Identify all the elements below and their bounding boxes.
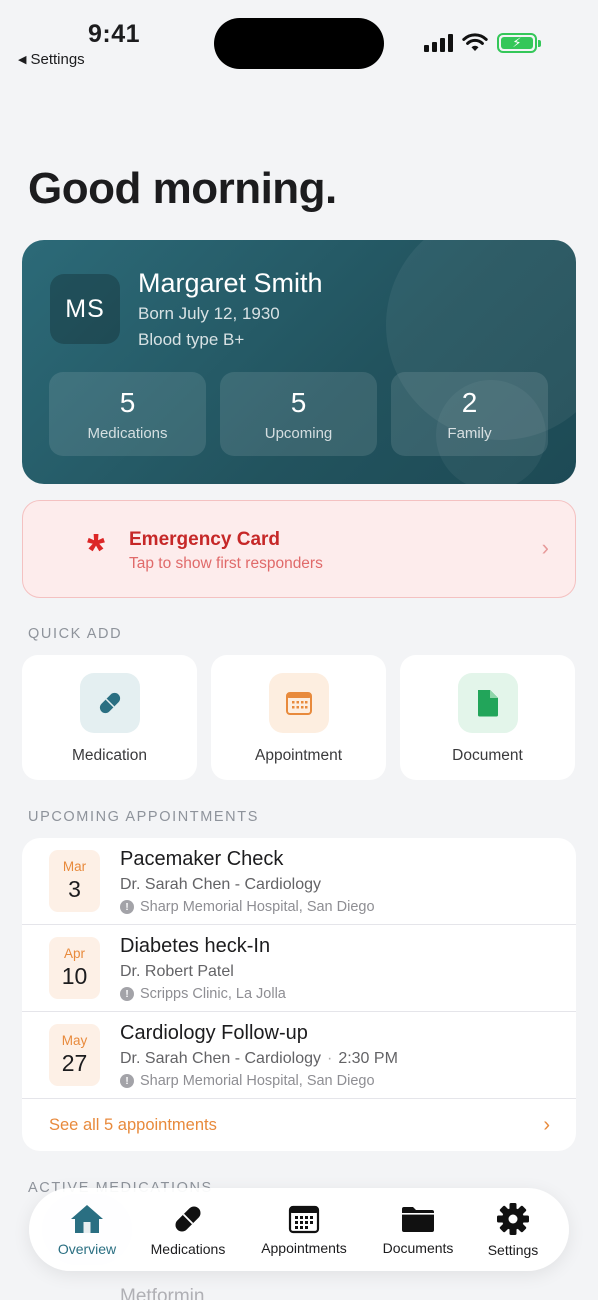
appointment-row[interactable]: Mar 3 Pacemaker Check Dr. Sarah Chen - C…: [22, 838, 576, 925]
wifi-icon: [462, 33, 488, 51]
document-icon: [457, 673, 518, 733]
profile-card[interactable]: MS Margaret Smith Born July 12, 1930 Blo…: [22, 240, 576, 484]
house-icon: [71, 1204, 103, 1233]
location-pin-icon: !: [120, 987, 134, 1001]
location-text: Sharp Memorial Hospital, San Diego: [140, 1073, 375, 1089]
stat-family[interactable]: 2 Family: [391, 372, 548, 456]
tab-label: Documents: [382, 1239, 454, 1256]
date-month: Apr: [63, 946, 85, 961]
quick-add-section-label: QUICK ADD: [28, 626, 123, 642]
dynamic-island: [214, 18, 384, 69]
status-icons: ⚡: [424, 33, 541, 53]
medication-item-peek: Metformin: [120, 1286, 205, 1300]
appointment-doctor-time: Dr. Sarah Chen - Cardiology · 2:30 PM: [120, 1050, 398, 1068]
medical-asterisk-icon: *: [87, 524, 105, 576]
appointment-doctor: Dr. Sarah Chen - Cardiology: [120, 876, 321, 893]
status-time: 9:41: [88, 20, 141, 48]
folder-icon: [402, 1206, 434, 1232]
appointment-title: Cardiology Follow-up: [120, 1022, 308, 1044]
stat-value: 5: [119, 386, 136, 418]
stat-value: 2: [461, 386, 478, 418]
appointments-card: Mar 3 Pacemaker Check Dr. Sarah Chen - C…: [22, 838, 576, 1151]
profile-stats: 5 Medications 5 Upcoming 2 Family: [49, 372, 548, 456]
avatar: MS: [50, 274, 120, 344]
location-pin-icon: !: [120, 1074, 134, 1088]
quick-add-document-button[interactable]: Document: [400, 655, 575, 780]
gear-icon: [497, 1202, 529, 1235]
quick-add-medication-button[interactable]: Medication: [22, 655, 197, 780]
stat-upcoming[interactable]: 5 Upcoming: [220, 372, 377, 456]
appointment-title: Diabetes heck-In: [120, 935, 271, 957]
chevron-right-icon: ›: [541, 535, 549, 560]
pill-icon: [175, 1205, 201, 1232]
location-text: Scripps Clinic, La Jolla: [140, 986, 286, 1002]
appointment-row[interactable]: May 27 Cardiology Follow-up Dr. Sarah Ch…: [22, 1012, 576, 1099]
chevron-right-icon: ›: [543, 1114, 550, 1136]
emergency-subtitle: Tap to show first responders: [129, 555, 323, 572]
appointment-row[interactable]: Apr 10 Diabetes heck-In Dr. Robert Patel…: [22, 925, 576, 1012]
emergency-title: Emergency Card: [129, 529, 281, 550]
tab-label: Settings: [487, 1241, 539, 1258]
tab-appointments[interactable]: Appointments: [257, 1188, 351, 1271]
calendar-icon: [268, 673, 329, 733]
date-month: Mar: [62, 859, 87, 874]
calendar-icon: [288, 1205, 320, 1233]
appointments-section-label: UPCOMING APPOINTMENTS: [28, 809, 259, 825]
appointment-title: Pacemaker Check: [120, 848, 284, 870]
tab-label: Medications: [150, 1240, 226, 1257]
stat-medications[interactable]: 5 Medications: [49, 372, 206, 456]
appointment-doctor: Dr. Sarah Chen - Cardiology: [120, 1050, 321, 1067]
profile-name: Margaret Smith: [138, 268, 323, 298]
greeting-heading: Good morning.: [28, 164, 337, 213]
tab-settings[interactable]: Settings: [483, 1188, 543, 1271]
date-month: May: [61, 1033, 88, 1048]
tab-bar: Overview Medications Appointments Docume…: [29, 1188, 569, 1271]
tab-overview[interactable]: Overview: [42, 1188, 132, 1271]
see-all-appointments-link[interactable]: See all 5 appointments: [49, 1116, 217, 1135]
tab-label: Appointments: [261, 1239, 347, 1256]
appointment-time: 2:30 PM: [338, 1050, 398, 1067]
back-triangle-icon: ◀: [18, 54, 27, 66]
quick-add-label: Appointment: [254, 747, 343, 764]
divider: [22, 1098, 576, 1099]
quick-add-label: Medication: [72, 747, 147, 764]
pill-icon: [79, 673, 140, 733]
status-bar: 9:41 ◀ Settings ⚡: [0, 0, 598, 80]
quick-add-appointment-button[interactable]: Appointment: [211, 655, 386, 780]
tab-label: Overview: [57, 1240, 117, 1257]
stat-value: 5: [290, 386, 307, 418]
date-day: 27: [61, 1050, 88, 1076]
location-pin-icon: !: [120, 900, 134, 914]
profile-birthdate: Born July 12, 1930: [138, 304, 280, 323]
cellular-signal-icon: [424, 34, 453, 52]
battery-charging-icon: ⚡: [497, 33, 541, 53]
appointment-location: ! Sharp Memorial Hospital, San Diego: [120, 899, 375, 915]
back-to-settings-link[interactable]: ◀ Settings: [18, 51, 85, 68]
tab-medications[interactable]: Medications: [147, 1188, 229, 1271]
appointment-location: ! Scripps Clinic, La Jolla: [120, 986, 286, 1002]
date-badge: Mar 3: [49, 850, 100, 912]
appointment-location: ! Sharp Memorial Hospital, San Diego: [120, 1073, 375, 1089]
location-text: Sharp Memorial Hospital, San Diego: [140, 899, 375, 915]
stat-label: Medications: [87, 424, 168, 442]
date-day: 10: [61, 963, 88, 989]
quick-add-label: Document: [452, 747, 523, 764]
stat-label: Family: [447, 424, 492, 442]
appointment-doctor: Dr. Robert Patel: [120, 963, 234, 980]
separator-dot: ·: [326, 1050, 333, 1067]
date-badge: May 27: [49, 1024, 100, 1086]
back-link-label: Settings: [30, 51, 85, 68]
date-badge: Apr 10: [49, 937, 100, 999]
stat-label: Upcoming: [264, 424, 333, 442]
emergency-card-button[interactable]: * Emergency Card Tap to show first respo…: [22, 500, 576, 598]
date-day: 3: [68, 876, 81, 902]
profile-blood-type: Blood type B+: [138, 330, 245, 349]
tab-documents[interactable]: Documents: [380, 1188, 456, 1271]
